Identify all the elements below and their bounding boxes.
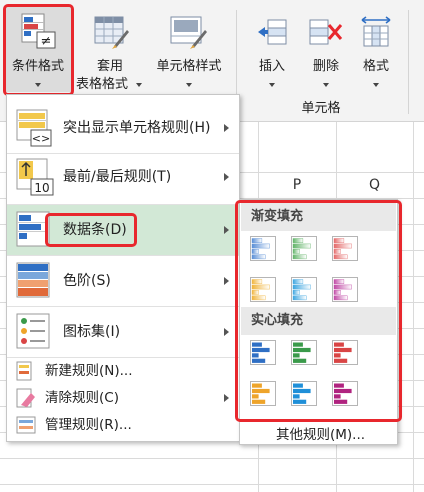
gradient-data-bar-option[interactable]	[250, 236, 276, 261]
format-as-table-label-2: 表格格式	[75, 77, 128, 92]
gradient-data-bar-option[interactable]	[291, 277, 317, 302]
solid-data-bar-option[interactable]	[332, 340, 358, 365]
menu-item-label: 管理规则(R)...	[45, 417, 132, 433]
format-cells-icon	[361, 16, 391, 47]
solid-data-bar-option[interactable]	[250, 381, 276, 406]
menu-item-data-bars[interactable]: 数据条(D)	[7, 205, 239, 255]
chevron-down-icon	[186, 83, 192, 87]
solid-data-bar-option[interactable]	[332, 381, 358, 406]
chevron-down-icon	[35, 83, 41, 87]
gradient-data-bar-option[interactable]	[291, 236, 317, 261]
chevron-down-icon	[373, 83, 379, 87]
menu-item-label: 突出显示单元格规则(H)	[63, 120, 211, 136]
data-bars-icon	[16, 211, 50, 247]
menu-item-label: 清除规则(C)	[45, 390, 119, 406]
svg-text:<>: <>	[32, 132, 50, 145]
chevron-right-icon	[224, 394, 229, 402]
color-scales-icon	[16, 262, 50, 298]
table-style-icon	[94, 16, 129, 49]
delete-cells-icon	[309, 19, 343, 45]
menu-item-manage-rules[interactable]: 管理规则(R)...	[7, 412, 239, 438]
menu-item-icon-sets[interactable]: 图标集(I)	[7, 307, 239, 357]
icon-sets-icon	[16, 313, 50, 349]
column-header-p[interactable]: P	[258, 172, 336, 198]
insert-label: 插入	[258, 59, 285, 74]
cell-styles-label: 单元格样式	[156, 59, 222, 74]
chevron-right-icon	[224, 226, 229, 234]
menu-item-label: 最前/最后规则(T)	[63, 169, 172, 185]
menu-item-color-scales[interactable]: 色阶(S)	[7, 256, 239, 306]
chevron-right-icon	[224, 173, 229, 181]
insert-cells-icon	[258, 19, 287, 45]
format-as-table-label-1: 套用	[96, 59, 123, 74]
data-bars-submenu: 渐变填充 实心填充 其他规则(M)...	[239, 199, 398, 445]
chevron-right-icon	[224, 124, 229, 132]
chevron-down-icon	[269, 83, 275, 87]
ribbon-group-separator	[408, 10, 409, 114]
chevron-right-icon	[224, 277, 229, 285]
highlight-cells-icon: <>	[16, 109, 52, 147]
grid-line	[0, 458, 424, 459]
gradient-data-bar-option[interactable]	[332, 277, 358, 302]
column-header-q[interactable]: Q	[336, 172, 413, 198]
menu-item-new-rule[interactable]: 新建规则(N)...	[7, 358, 239, 384]
conditional-formatting-icon: ≠	[21, 13, 56, 49]
svg-text:10: 10	[34, 181, 49, 195]
menu-item-clear-rules[interactable]: 清除规则(C)	[7, 385, 239, 411]
chevron-down-icon	[323, 83, 329, 87]
manage-rules-icon	[16, 416, 36, 434]
format-button[interactable]: 格式	[352, 6, 400, 92]
solid-data-bar-option[interactable]	[291, 381, 317, 406]
grid-line	[413, 122, 414, 492]
chevron-right-icon	[224, 328, 229, 336]
conditional-formatting-label: 条件格式	[11, 59, 64, 74]
solid-data-bar-option[interactable]	[291, 340, 317, 365]
gradient-data-bar-option[interactable]	[250, 277, 276, 302]
menu-item-label: 数据条(D)	[63, 222, 127, 238]
chevron-down-icon	[136, 83, 142, 87]
insert-button[interactable]: 插入	[246, 6, 298, 92]
menu-item-label: 新建规则(N)...	[45, 363, 133, 379]
gradient-data-bar-option[interactable]	[332, 236, 358, 261]
format-label: 格式	[362, 59, 389, 74]
delete-button[interactable]: 删除	[300, 6, 352, 92]
svg-text:≠: ≠	[41, 34, 52, 49]
solid-data-bar-option[interactable]	[250, 340, 276, 365]
cell-style-icon	[170, 16, 207, 49]
clear-rules-icon	[16, 388, 35, 408]
grid-line	[0, 484, 424, 485]
format-as-table-button[interactable]: 套用 表格格式	[74, 6, 146, 92]
new-rule-icon	[16, 361, 32, 381]
delete-label: 删除	[312, 59, 339, 74]
gradient-fill-header: 渐变填充	[241, 203, 396, 231]
cells-group-label: 单元格	[301, 101, 341, 116]
menu-item-label: 图标集(I)	[63, 324, 121, 340]
conditional-formatting-button[interactable]: ≠ 条件格式	[4, 6, 72, 92]
menu-item-highlight-cells[interactable]: <> 突出显示单元格规则(H)	[7, 103, 239, 153]
cell-styles-button[interactable]: 单元格样式	[150, 6, 228, 92]
menu-item-top-bottom[interactable]: 10 最前/最后规则(T)	[7, 154, 239, 204]
menu-item-label: 色阶(S)	[63, 273, 111, 289]
solid-fill-header: 实心填充	[241, 307, 396, 335]
top-bottom-icon: 10	[16, 158, 54, 196]
more-rules-item[interactable]: 其他规则(M)...	[276, 423, 365, 443]
conditional-formatting-menu: <> 突出显示单元格规则(H) 10 最前/最后规则(T) 数据条(D) 色阶(…	[6, 94, 240, 442]
